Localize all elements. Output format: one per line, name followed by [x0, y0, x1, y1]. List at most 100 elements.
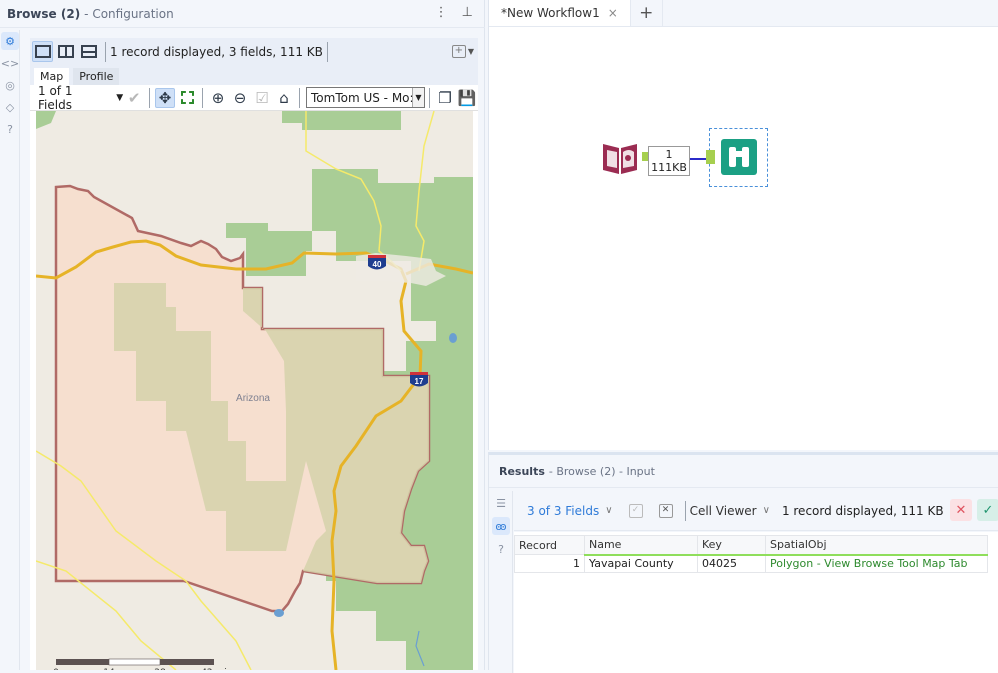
results-record-info: 1 record displayed, 111 KB — [781, 503, 944, 518]
panel-title: Browse (2) — [7, 6, 81, 21]
column-header-spatialobj[interactable]: SpatialObj — [765, 535, 988, 556]
basemap-value: TomTom US - Mo: — [311, 90, 412, 105]
list-icon[interactable]: ☰ — [492, 494, 510, 512]
toolbar-divider — [429, 87, 430, 108]
target-icon[interactable]: ◎ — [1, 76, 19, 94]
caret-down-icon: ▼ — [412, 88, 424, 107]
column-header-name[interactable]: Name — [584, 535, 698, 556]
select-rectangle-icon[interactable] — [177, 88, 197, 108]
check-icon: ✓ — [982, 502, 994, 518]
input-anchor[interactable] — [706, 150, 715, 164]
close-icon: ✕ — [955, 502, 967, 518]
caret-down-icon: ▼ — [116, 92, 124, 103]
browse-tool[interactable] — [721, 139, 757, 175]
add-view-icon: + — [451, 45, 466, 58]
table-header-row: Record Name Key SpatialObj — [514, 535, 988, 556]
configuration-panel: Browse (2) - Configuration ⋮ ⊥ ⚙ <> ◎ ◇ … — [0, 0, 485, 670]
results-side-rail: ☰ ꙭ ? — [489, 491, 513, 673]
close-icon[interactable]: × — [608, 6, 618, 20]
binoculars-icon — [729, 147, 749, 167]
zoom-out-icon[interactable]: ⊖ — [230, 88, 250, 108]
tab-new-workflow1[interactable]: *New Workflow1 × — [489, 0, 631, 26]
help-icon[interactable]: ? — [1, 120, 19, 138]
interstate-17-shield: 17 — [410, 372, 428, 387]
column-header-record[interactable]: Record — [514, 535, 585, 555]
tab-label: *New Workflow1 — [501, 6, 600, 20]
apply-edit-icon[interactable]: ✓ — [628, 503, 643, 518]
zoom-selection-icon[interactable]: ☑ — [252, 88, 272, 108]
workflow-canvas[interactable]: *New Workflow1 × + 1 111KB — [488, 0, 998, 450]
browse-toolbar: 1 record displayed, 3 fields, 111 KB + ▼ — [30, 38, 478, 65]
results-table: Record Name Key SpatialObj 1 Yavapai Cou… — [514, 532, 998, 673]
accept-button[interactable]: ✓ — [977, 499, 998, 521]
fields-count-select[interactable]: 3 of 3 Fields — [527, 504, 599, 518]
tab-map[interactable]: Map — [34, 68, 70, 85]
book-icon — [603, 144, 637, 174]
results-subtitle: - Browse (2) - Input — [548, 464, 655, 478]
gear-icon[interactable]: ⚙ — [1, 32, 19, 50]
toolbar-divider — [684, 500, 686, 521]
more-options-icon[interactable]: ⋮ — [435, 5, 448, 20]
results-header: Results - Browse (2) - Input — [489, 455, 998, 488]
table-row[interactable]: 1 Yavapai County 04025 Polygon - View Br… — [514, 554, 988, 573]
zoom-in-icon[interactable]: ⊕ — [208, 88, 228, 108]
map-view[interactable]: 40 17 Arizona 0 14 28 42 mi — [36, 111, 473, 670]
cell-key[interactable]: 04025 — [697, 554, 766, 573]
new-tab-button[interactable]: + — [631, 0, 663, 26]
reject-button[interactable]: ✕ — [950, 499, 972, 521]
cell-record[interactable]: 1 — [514, 554, 585, 573]
stacked-view-button[interactable] — [78, 41, 99, 62]
add-view-dropdown[interactable]: + ▼ — [451, 45, 474, 58]
toolbar-divider — [149, 87, 151, 108]
chevron-down-icon: ∨ — [762, 505, 770, 516]
panel-subtitle: - Configuration — [84, 6, 174, 21]
results-panel: Results - Browse (2) - Input ☰ ꙭ ? 3 of … — [488, 452, 998, 673]
tag-icon[interactable]: ◇ — [1, 98, 19, 116]
toolbar-divider — [105, 41, 106, 62]
lake — [274, 609, 284, 617]
fields-select[interactable]: 1 of 1 Fields ▼ — [38, 84, 123, 112]
single-view-button[interactable] — [32, 41, 53, 62]
apply-check-icon[interactable]: ✔ — [124, 88, 144, 108]
interstate-40-shield: 40 — [368, 255, 386, 270]
config-side-rail: ⚙ <> ◎ ◇ ? — [0, 30, 20, 670]
save-icon[interactable]: 💾 — [457, 88, 477, 108]
connection-size: 111KB — [651, 161, 687, 174]
document-tabs: *New Workflow1 × + — [489, 0, 998, 27]
toolbar-divider — [326, 41, 328, 62]
record-info: 1 record displayed, 3 fields, 111 KB — [110, 44, 323, 59]
toolbar-divider — [299, 87, 300, 108]
lake — [449, 333, 457, 343]
copy-icon[interactable]: ❐ — [435, 88, 455, 108]
place-label: Arizona — [236, 393, 270, 404]
binoculars-icon[interactable]: ꙭ — [492, 517, 510, 535]
clear-selection-icon[interactable]: ✕ — [658, 503, 673, 518]
column-header-key[interactable]: Key — [697, 535, 766, 556]
tab-profile[interactable]: Profile — [73, 68, 120, 85]
help-icon[interactable]: ? — [492, 540, 510, 558]
side-by-side-view-button[interactable] — [55, 41, 76, 62]
map-toolbar: 1 of 1 Fields ▼ ✔ ✥ ⊕ ⊖ ☑ ⌂ TomTom US - … — [30, 84, 478, 112]
basemap-select[interactable]: TomTom US - Mo: ▼ — [306, 87, 425, 108]
home-icon[interactable]: ⌂ — [274, 88, 294, 108]
configuration-header: Browse (2) - Configuration ⋮ ⊥ — [0, 0, 485, 28]
cell-name[interactable]: Yavapai County — [584, 554, 698, 573]
shield-label: 17 — [415, 377, 424, 386]
results-toolbar: 3 of 3 Fields ∨ ✓ ✕ Cell Viewer ∨ 1 reco… — [514, 491, 998, 531]
toolbar-divider — [202, 87, 204, 108]
browse-view: 1 record displayed, 3 fields, 111 KB + ▼… — [30, 38, 478, 670]
pin-icon[interactable]: ⊥ — [462, 5, 473, 20]
caret-down-icon: ▼ — [467, 47, 474, 56]
browse-tabs: Map Profile — [30, 65, 478, 85]
cell-spatialobj[interactable]: Polygon - View Browse Tool Map Tab — [765, 554, 988, 573]
shield-label: 40 — [373, 260, 382, 269]
cell-viewer-select[interactable]: Cell Viewer — [690, 504, 757, 518]
connection-records: 1 — [665, 148, 673, 161]
results-title: Results — [499, 464, 545, 478]
code-icon[interactable]: <> — [1, 54, 19, 72]
chevron-down-icon: ∨ — [605, 505, 613, 516]
fields-select-value: 1 of 1 Fields — [38, 83, 73, 112]
pan-icon[interactable]: ✥ — [155, 87, 176, 108]
connection-info: 1 111KB — [648, 146, 690, 176]
input-data-tool[interactable] — [601, 138, 639, 176]
